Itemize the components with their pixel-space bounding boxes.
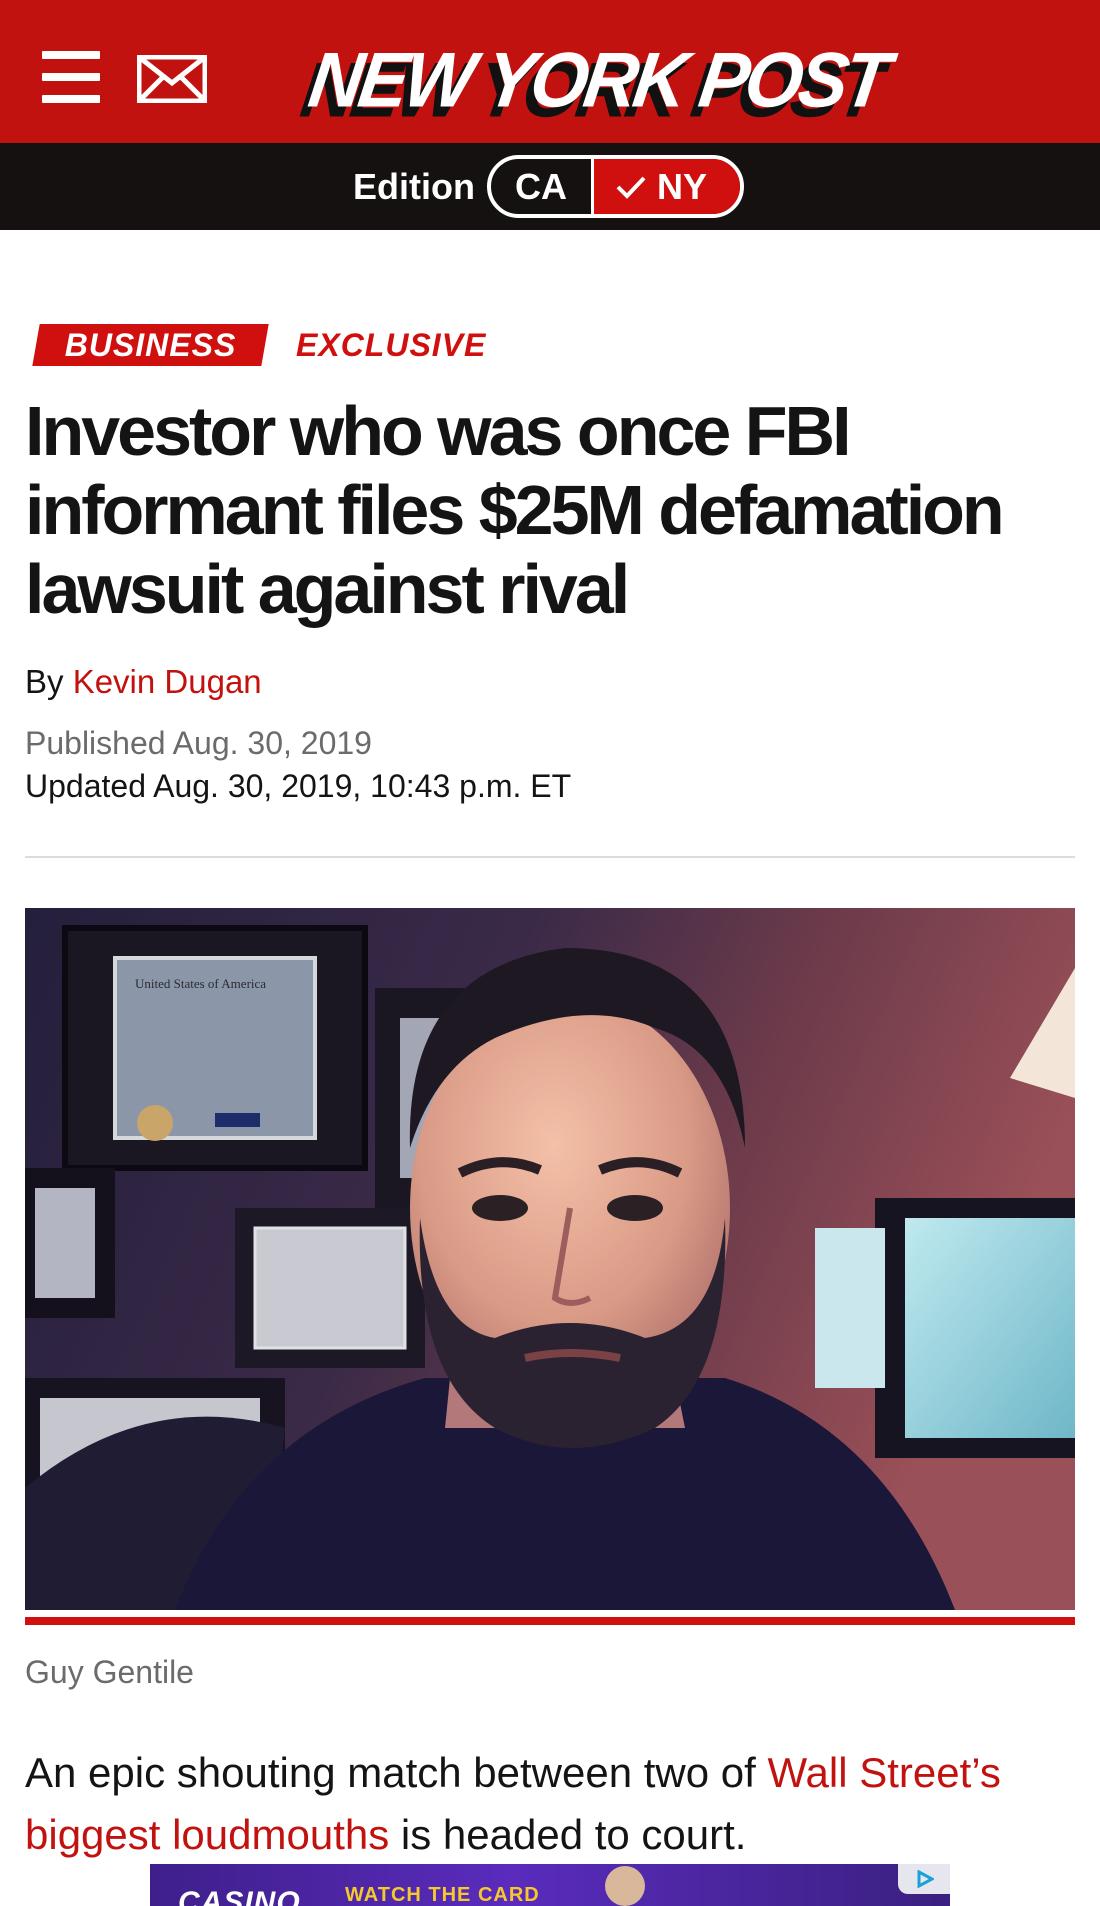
envelope-icon[interactable] [136, 54, 208, 104]
exclusive-tag: EXCLUSIVE [296, 327, 487, 363]
ad-brand: CASINO [178, 1886, 301, 1906]
top-header: NEW YORK POST NEW YORK POST [0, 0, 1100, 143]
article-body-paragraph: An epic shouting match between two of Wa… [25, 1742, 1085, 1866]
photo-accent-rule [25, 1617, 1075, 1625]
edition-toggle: CA NY [487, 155, 744, 218]
edition-option-ny[interactable]: NY [591, 159, 740, 214]
ad-banner[interactable]: CASINO WATCH THE CARD [150, 1864, 950, 1906]
site-logo[interactable]: NEW YORK POST NEW YORK POST [296, 35, 892, 133]
edition-ny-label: NY [657, 166, 708, 207]
updated-date: Updated Aug. 30, 2019, 10:43 p.m. ET [25, 768, 572, 804]
edition-label: Edition [353, 166, 475, 207]
meta-divider [25, 856, 1075, 858]
photo-caption: Guy Gentile [25, 1654, 194, 1690]
ad-person-image [605, 1866, 645, 1906]
edition-bar: Edition CA NY [0, 143, 1100, 230]
adchoices-icon[interactable] [898, 1864, 950, 1894]
section-tag-label: BUSINESS [64, 327, 237, 363]
edition-option-ca[interactable]: CA [491, 159, 591, 214]
ad-cta: WATCH THE CARD [345, 1884, 540, 1906]
author-link[interactable]: Kevin Dugan [73, 663, 262, 700]
photo-certificate-text: United States of America [135, 976, 266, 991]
byline-prefix: By [25, 663, 64, 700]
body-text-end: is headed to court. [389, 1811, 747, 1858]
article-photo[interactable]: United States of America [25, 908, 1075, 1610]
body-text-start: An epic shouting match between two of [25, 1749, 768, 1796]
article-page: NEW YORK POST NEW YORK POST Edition CA N… [0, 0, 1100, 1906]
logo-wordmark: NEW YORK POST [303, 35, 892, 124]
hamburger-menu-icon[interactable] [42, 51, 100, 103]
section-tag-business[interactable]: BUSINESS [32, 324, 269, 366]
checkmark-icon [616, 176, 646, 199]
byline: By Kevin Dugan [25, 662, 262, 702]
published-date: Published Aug. 30, 2019 [25, 725, 372, 761]
article-headline: Investor who was once FBI informant file… [25, 392, 1005, 628]
